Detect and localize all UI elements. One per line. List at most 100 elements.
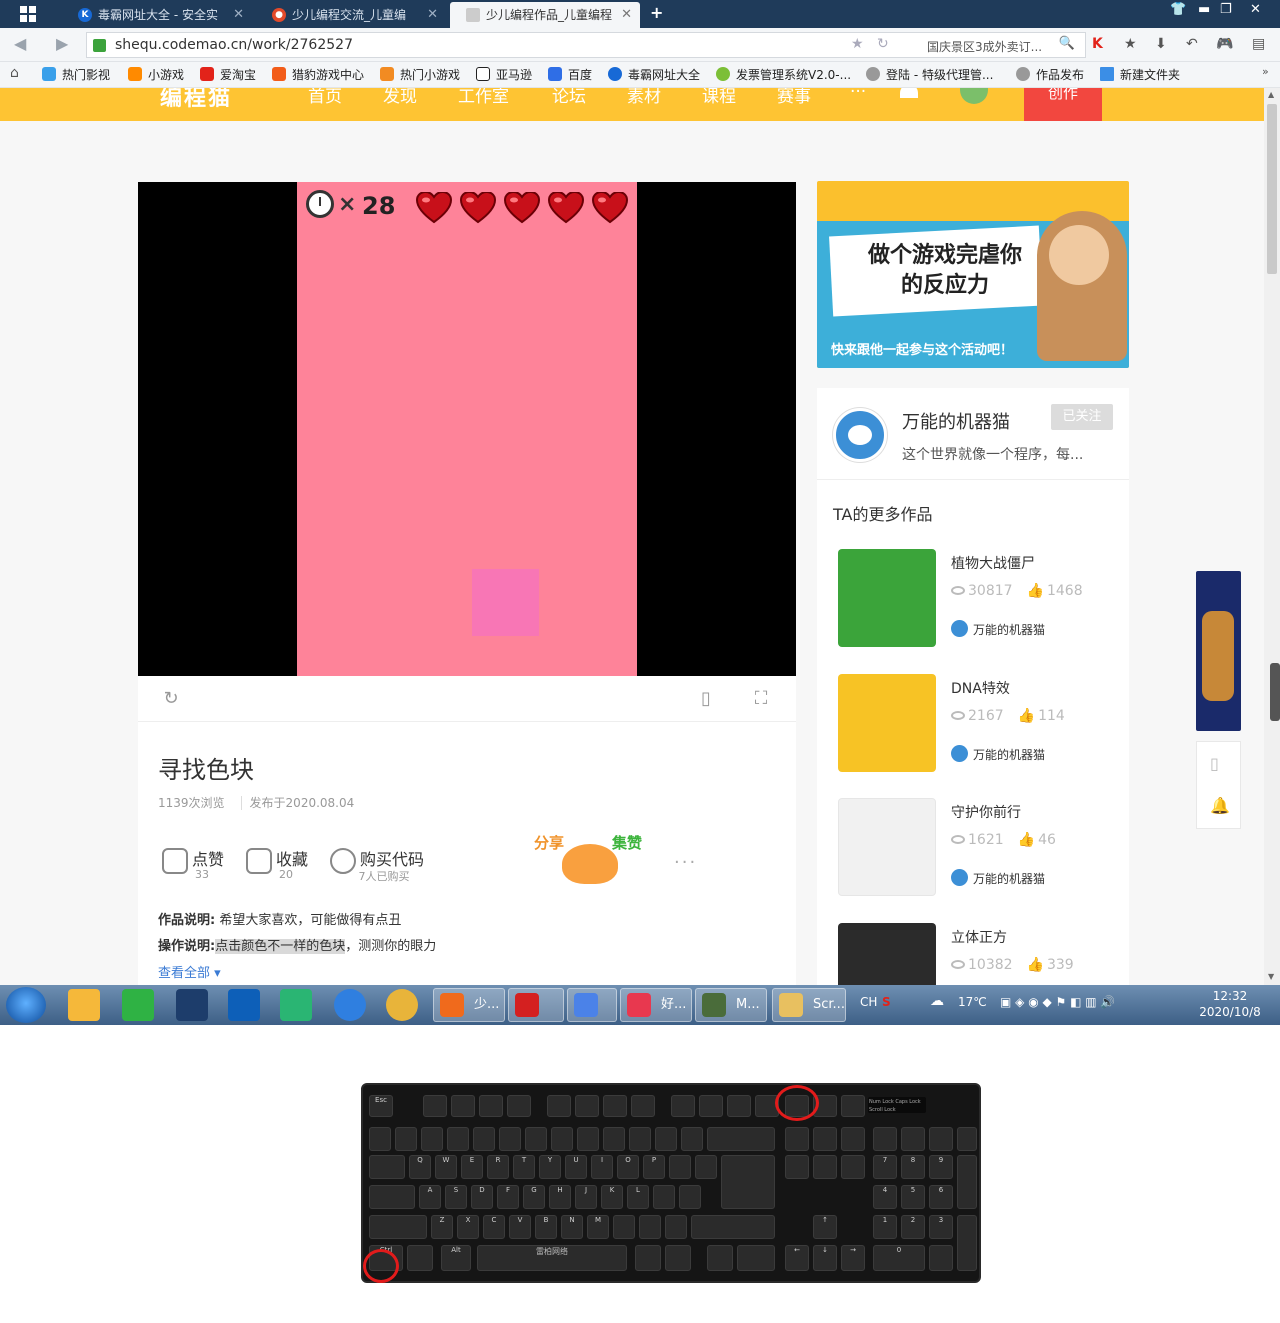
bookmark-item[interactable]: 小游戏 bbox=[128, 66, 184, 83]
work-name[interactable]: 植物大战僵尸 bbox=[951, 553, 1035, 573]
nav-courses[interactable]: 课程 bbox=[702, 88, 736, 107]
start-button[interactable] bbox=[6, 987, 46, 1023]
tab-close-icon[interactable]: ✕ bbox=[621, 2, 632, 28]
work-thumbnail[interactable] bbox=[838, 798, 936, 896]
back-icon[interactable]: ◀ bbox=[14, 34, 26, 53]
author-avatar[interactable] bbox=[833, 408, 887, 462]
chrome-icon[interactable] bbox=[386, 989, 418, 1021]
nav-home[interactable]: 首页 bbox=[308, 88, 342, 107]
bookmark-item[interactable]: 亚马逊 bbox=[476, 66, 532, 83]
sidebar-toggle-icon[interactable]: ▤ bbox=[1252, 36, 1265, 52]
url-field[interactable]: shequ.codemao.cn/work/2762527 ★ ↻ 国庆景区3成… bbox=[86, 32, 1086, 58]
nav-forum[interactable]: 论坛 bbox=[552, 88, 586, 107]
browser-menu-icon[interactable] bbox=[20, 6, 36, 22]
tab-codemao-work[interactable]: 少儿编程作品_儿童编程 ✕ bbox=[450, 2, 640, 28]
share-collect-badge[interactable]: 分享 集赞 bbox=[532, 832, 648, 886]
bookmark-item[interactable]: 作品发布 bbox=[1016, 66, 1084, 83]
floating-ad[interactable] bbox=[1196, 571, 1241, 731]
close-window-icon[interactable]: ✕ bbox=[1250, 2, 1261, 17]
event-banner[interactable]: 做个游戏完虐你 的反应力 快来跟他一起参与这个活动吧！ bbox=[817, 181, 1129, 368]
site-logo[interactable]: 编程猫 bbox=[160, 88, 232, 112]
work-name[interactable]: DNA特效 bbox=[951, 678, 1010, 698]
work-item[interactable]: 植物大战僵尸 30817 👍 1468 万能的机器猫 bbox=[838, 549, 1118, 649]
bookmark-item[interactable]: 毒霸网址大全 bbox=[608, 66, 700, 83]
scroll-up-icon[interactable]: ▲ bbox=[1268, 90, 1274, 99]
restart-icon[interactable]: ↻ bbox=[161, 689, 181, 709]
input-language[interactable]: CH bbox=[860, 995, 877, 1009]
create-button[interactable]: 创作 bbox=[1024, 88, 1102, 121]
new-tab-button[interactable]: + bbox=[650, 3, 663, 22]
bookmark-item[interactable]: 爱淘宝 bbox=[200, 66, 256, 83]
sogou-icon[interactable]: S bbox=[882, 995, 891, 1009]
taskbar-task[interactable]: 少... bbox=[433, 988, 505, 1022]
taskbar-task[interactable] bbox=[567, 988, 617, 1022]
taskbar-task[interactable]: M... bbox=[695, 988, 767, 1022]
iqiyi-icon[interactable] bbox=[122, 989, 154, 1021]
side-panel-handle[interactable] bbox=[1270, 663, 1280, 721]
scroll-down-icon[interactable]: ▼ bbox=[1268, 972, 1274, 981]
work-item[interactable]: DNA特效 2167 👍 114 万能的机器猫 bbox=[838, 674, 1118, 774]
game-stage[interactable]: × 28 bbox=[138, 182, 796, 676]
bookmark-item[interactable]: 新建文件夹 bbox=[1100, 66, 1180, 83]
weather-icon[interactable]: ☁ bbox=[930, 993, 944, 1009]
see-all-link[interactable]: 查看全部 ▾ bbox=[158, 962, 221, 981]
download-icon[interactable]: ⬇ bbox=[1155, 36, 1167, 52]
skin-icon[interactable]: 👕 bbox=[1170, 2, 1186, 17]
work-thumbnail[interactable] bbox=[838, 923, 936, 985]
bookmark-item[interactable]: 热门小游戏 bbox=[380, 66, 460, 83]
work-name[interactable]: 守护你前行 bbox=[951, 802, 1021, 822]
work-item[interactable]: 立体正方 10382 👍 339 bbox=[838, 923, 1118, 985]
game-canvas[interactable] bbox=[297, 182, 637, 676]
nav-assets[interactable]: 素材 bbox=[627, 88, 661, 107]
bookmarks-more-icon[interactable]: » bbox=[1262, 65, 1269, 78]
restore-icon[interactable]: ❐ bbox=[1220, 2, 1232, 17]
mobile-icon[interactable]: ▯ bbox=[696, 689, 716, 709]
tab-codemao-forum[interactable]: ● 少儿编程交流_儿童编 ✕ bbox=[256, 2, 446, 28]
scroll-thumb[interactable] bbox=[1267, 104, 1277, 274]
mobile-icon[interactable]: ▯ bbox=[1210, 754, 1219, 773]
bookmark-item[interactable]: 百度 bbox=[548, 66, 592, 83]
more-options-icon[interactable]: ··· bbox=[674, 852, 697, 873]
taskbar-task[interactable] bbox=[508, 988, 564, 1022]
forward-icon[interactable]: ▶ bbox=[56, 34, 68, 53]
camera-app-icon[interactable] bbox=[228, 989, 260, 1021]
nav-more[interactable]: ··· bbox=[850, 88, 866, 102]
clock[interactable]: 12:32 2020/10/8 bbox=[1190, 988, 1270, 1020]
search-icon[interactable]: 🔍 bbox=[1059, 36, 1075, 51]
work-thumbnail[interactable] bbox=[838, 549, 936, 647]
bookmark-star-icon[interactable]: ★ bbox=[851, 36, 864, 52]
tab-close-icon[interactable]: ✕ bbox=[233, 2, 244, 28]
odd-color-tile[interactable] bbox=[472, 569, 539, 636]
nav-discover[interactable]: 发现 bbox=[383, 88, 417, 107]
search-hint[interactable]: 国庆景区3成外卖订... bbox=[927, 38, 1057, 55]
page-scrollbar[interactable]: ▲ ▼ bbox=[1264, 88, 1280, 985]
bookmark-item[interactable]: 发票管理系统V2.0-... bbox=[716, 66, 851, 83]
bell-icon[interactable] bbox=[900, 88, 918, 98]
home-icon[interactable]: ⌂ bbox=[10, 65, 19, 81]
tab-close-icon[interactable]: ✕ bbox=[427, 2, 438, 28]
minimize-icon[interactable]: ▬ bbox=[1198, 2, 1210, 17]
tray-icons[interactable]: ▣ ◈ ◉ ◆ ⚑ ◧ ▥ 🔊 bbox=[1000, 995, 1115, 1009]
work-thumbnail[interactable] bbox=[838, 674, 936, 772]
nav-contests[interactable]: 赛事 bbox=[777, 88, 811, 107]
fullscreen-icon[interactable]: ⛶ bbox=[751, 689, 771, 709]
work-item[interactable]: 守护你前行 1621 👍 46 万能的机器猫 bbox=[838, 798, 1118, 898]
user-avatar[interactable] bbox=[960, 88, 988, 104]
undo-icon[interactable]: ↶ bbox=[1186, 36, 1198, 52]
app-icon[interactable] bbox=[68, 989, 100, 1021]
taskbar-task[interactable]: 好... bbox=[620, 988, 692, 1022]
nav-studio[interactable]: 工作室 bbox=[458, 88, 509, 107]
tab-duba[interactable]: K 毒霸网址大全 - 安全实 ✕ bbox=[62, 2, 252, 28]
weather-temp[interactable]: 17℃ bbox=[958, 995, 987, 1009]
game-tool-icon[interactable]: 🎮 bbox=[1216, 36, 1233, 52]
bookmark-item[interactable]: 猎豹游戏中心 bbox=[272, 66, 364, 83]
taskbar-task[interactable]: Scr... bbox=[772, 988, 846, 1022]
favorites-icon[interactable]: ★ bbox=[1124, 36, 1137, 52]
work-name[interactable]: 立体正方 bbox=[951, 927, 1007, 947]
author-name[interactable]: 万能的机器猫 bbox=[902, 408, 1010, 434]
bookmark-item[interactable]: 热门影视 bbox=[42, 66, 110, 83]
refresh-icon[interactable]: ↻ bbox=[877, 36, 889, 52]
bookmark-item[interactable]: 登陆 - 特级代理管... bbox=[866, 66, 993, 83]
player-icon[interactable] bbox=[280, 989, 312, 1021]
photoshop-icon[interactable] bbox=[176, 989, 208, 1021]
